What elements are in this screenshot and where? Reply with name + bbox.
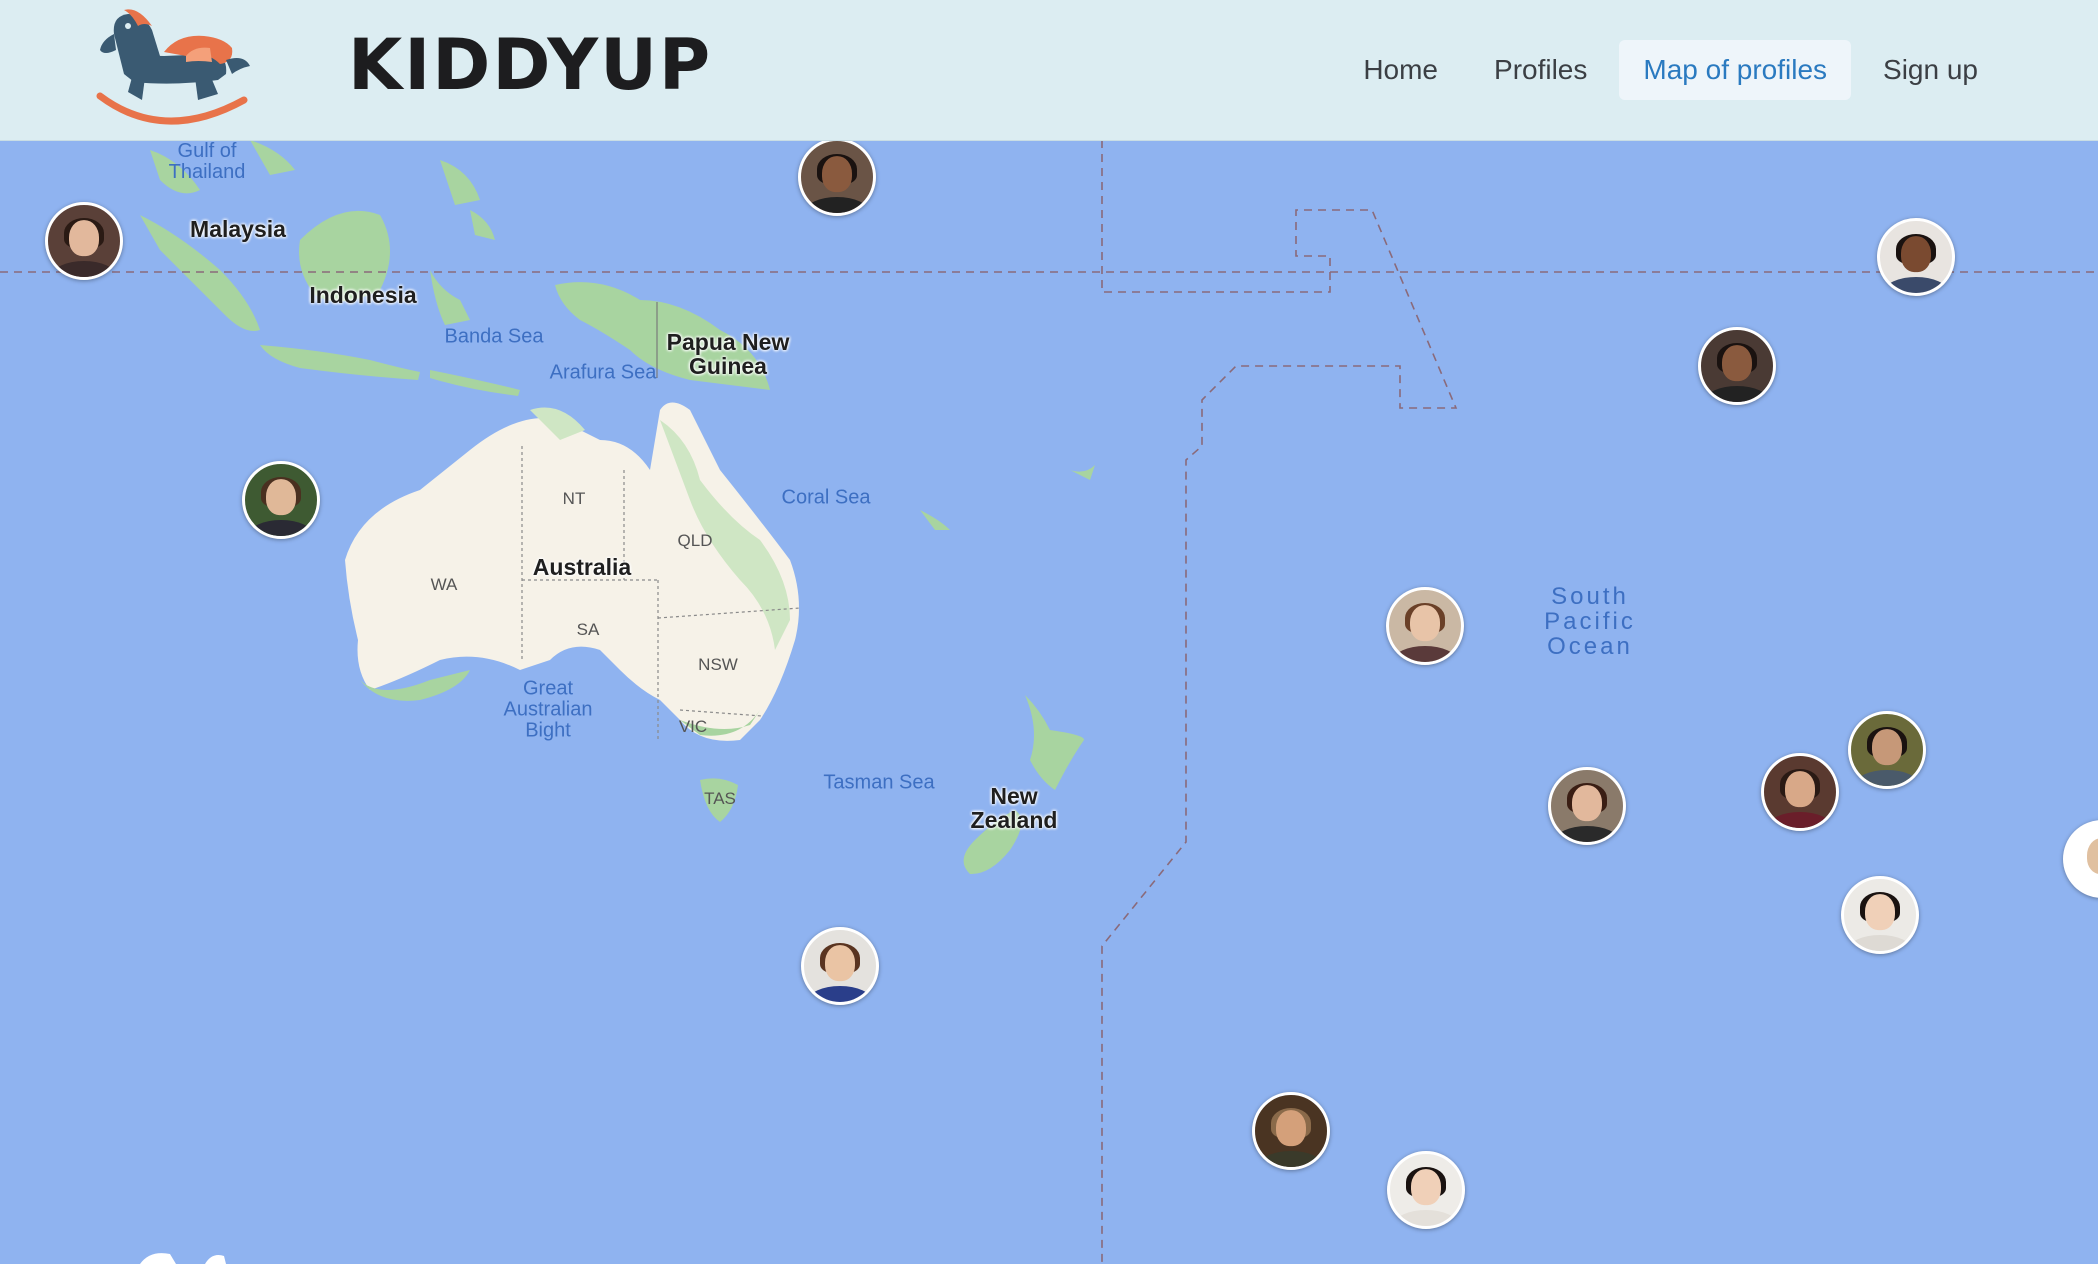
label-papua-new-guinea: Papua New Guinea [666, 328, 790, 379]
label-state-nt: NT [562, 489, 586, 509]
label-state-vic: VIC [678, 717, 708, 737]
profile-pin-avatar[interactable] [1386, 587, 1464, 665]
profile-pin-avatar[interactable] [242, 461, 320, 539]
label-state-qld: QLD [677, 531, 713, 551]
label-australia: Australia [532, 553, 632, 580]
label-gulf-of-thailand: Gulf of Thailand [168, 140, 246, 183]
profile-pin-avatar[interactable] [801, 927, 879, 1005]
main-nav: Home Profiles Map of profiles Sign up [1339, 40, 2002, 100]
new-zealand-north [1025, 695, 1085, 790]
label-state-tas: TAS [704, 789, 736, 809]
label-banda-sea: Banda Sea [444, 325, 544, 348]
profile-pin-avatar[interactable] [45, 202, 123, 280]
label-malaysia: Malaysia [190, 215, 286, 242]
nav-map-of-profiles[interactable]: Map of profiles [1619, 40, 1852, 100]
label-indonesia: Indonesia [309, 281, 417, 308]
label-great-australian-bight: Great Australian Bight [503, 677, 593, 742]
java [260, 345, 420, 380]
nav-profiles[interactable]: Profiles [1470, 40, 1611, 100]
label-state-sa: SA [576, 620, 600, 640]
profile-pin-avatar[interactable] [1252, 1092, 1330, 1170]
nav-home[interactable]: Home [1339, 40, 1462, 100]
profile-pin-avatar[interactable] [1841, 876, 1919, 954]
profile-pin-avatar[interactable] [1848, 711, 1926, 789]
brand-logo-text[interactable]: KIDDYUP [348, 28, 712, 102]
label-south-pacific-ocean: South Pacific Ocean [1544, 583, 1636, 661]
label-tasman-sea: Tasman Sea [823, 771, 935, 794]
profile-pin-avatar[interactable] [1548, 767, 1626, 845]
nav-sign-up[interactable]: Sign up [1859, 40, 2002, 100]
profiles-map[interactable]: Malaysia Indonesia Papua New Guinea Aust… [0, 140, 2098, 1264]
profile-pin-avatar[interactable] [1387, 1151, 1465, 1229]
rocking-horse-icon[interactable] [94, 4, 254, 140]
label-state-wa: WA [430, 575, 458, 595]
profile-pin-avatar[interactable] [798, 140, 876, 216]
profile-pin-avatar[interactable] [1698, 327, 1776, 405]
label-state-nsw: NSW [698, 655, 738, 675]
profile-pin-avatar[interactable] [1761, 753, 1839, 831]
label-new-zealand: New Zealand [970, 782, 1058, 833]
map-base-layer [0, 140, 2098, 1264]
site-header: KIDDYUP Home Profiles Map of profiles Si… [0, 0, 2098, 141]
sulawesi [430, 270, 470, 325]
profile-pin-avatar[interactable] [1877, 218, 1955, 296]
label-arafura-sea: Arafura Sea [549, 361, 657, 384]
label-coral-sea: Coral Sea [781, 486, 871, 509]
